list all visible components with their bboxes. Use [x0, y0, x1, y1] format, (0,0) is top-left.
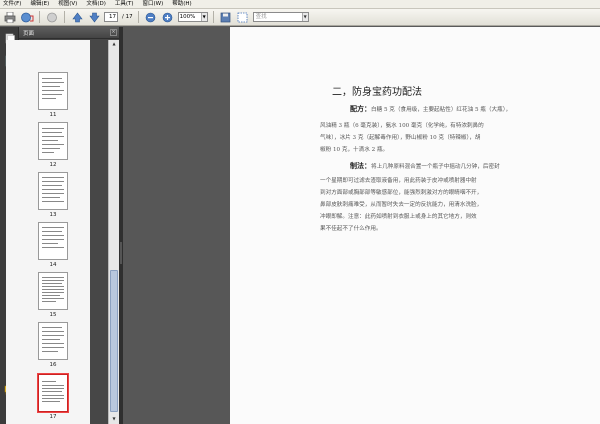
thumbnail-list[interactable]: 11 12 13 14 15 16 17: [6, 40, 90, 424]
thumbnail-scrollbar[interactable]: ▲ ▼: [108, 40, 119, 424]
formula-line: 椒粉 10 克，十滴水 2 瓶。: [320, 147, 389, 153]
print-icon[interactable]: [3, 11, 17, 24]
document-page[interactable]: 二，防身宝药功配法 配方：白糖 5 克（食用级，主要起粘性）红花油 5 瓶（大瓶…: [230, 27, 600, 424]
page-down-icon[interactable]: [87, 11, 101, 24]
toolbar-separator: [39, 11, 40, 23]
menubar: 文件(F) 编辑(E) 视图(V) 文档(D) 工具(T) 窗口(W) 帮助(H…: [0, 0, 600, 9]
thumbnail-page[interactable]: [38, 272, 68, 310]
method-label: 制法：: [350, 161, 371, 170]
globe-icon[interactable]: [45, 11, 59, 24]
formula-line: 风油精 3 瓶（6 毫克装），氨水 100 毫克（化学纯，有特浓刺鼻的: [320, 123, 484, 129]
method-text: 将上几种原料混合置一个瓶子中摇动几分钟，后密封: [371, 164, 500, 170]
zoom-value: 100%: [179, 14, 196, 20]
save-icon[interactable]: [219, 11, 233, 24]
thumbnail-label: 13: [49, 212, 57, 218]
thumbnail-label: 16: [49, 362, 57, 368]
menu-help[interactable]: 帮助(H): [172, 0, 191, 9]
method-line: 一个星期即可过滤去渣取液备用，用此药装于皮冲或喷射器中射: [320, 178, 477, 184]
thumbnail-page[interactable]: [38, 222, 68, 260]
splitter-grip[interactable]: [120, 242, 122, 264]
thumbnail-page-selected[interactable]: [38, 374, 68, 412]
menu-edit[interactable]: 编辑(E): [30, 0, 49, 9]
pages-panel-title: 页面: [23, 30, 35, 37]
document-background: [123, 27, 230, 424]
toolbar-separator: [212, 11, 214, 23]
scrollbar-thumb[interactable]: [110, 270, 118, 412]
method-line: 果不佳起不了什么作用。: [320, 226, 382, 232]
method-line: 鼻部皮肤刺痛难受，从而暂时失去一定的反抗能力，用清水洗脸，: [320, 202, 483, 208]
formula-line: 气味），冰片 3 克（起解毒作用），野山椒粉 10 克（特辣椒），胡: [320, 135, 481, 141]
zoom-in-icon[interactable]: [161, 11, 175, 24]
email-icon[interactable]: [20, 11, 34, 24]
thumbnail-label: 14: [49, 262, 57, 268]
zoom-out-icon[interactable]: [144, 11, 158, 24]
page-heading: 二，防身宝药功配法: [332, 87, 422, 98]
toolbar-separator: [64, 11, 65, 23]
page-total: / 17: [122, 14, 133, 20]
menu-file[interactable]: 文件(F): [3, 0, 21, 9]
toolbar: 17 / 17 100% ▼ 查找 ▼: [0, 9, 600, 26]
pages-panel-header: 页面 ×: [19, 27, 119, 39]
scroll-down-icon[interactable]: ▼: [110, 416, 118, 423]
method-line: 到对方面部或胸部部等敏感部位，能强烈刺激对方的眼睛咽不开，: [320, 190, 483, 196]
select-icon[interactable]: [236, 11, 250, 24]
thumbnail-label: 11: [49, 112, 57, 118]
scroll-up-icon[interactable]: ▲: [110, 41, 118, 48]
formula-text: 白糖 5 克（食用级，主要起粘性）红花油 5 瓶（大瓶），: [371, 107, 512, 113]
thumbnail-label: 12: [49, 162, 57, 168]
thumbnail-page[interactable]: [38, 172, 68, 210]
search-input[interactable]: 查找 ▼: [252, 12, 309, 22]
menu-document[interactable]: 文档(D): [86, 0, 106, 9]
formula-line: 配方：白糖 5 克（食用级，主要起粘性）红花油 5 瓶（大瓶），: [350, 103, 516, 117]
close-icon[interactable]: ×: [110, 29, 117, 36]
menu-window[interactable]: 窗口(W): [143, 0, 164, 9]
thumbnail-label: 15: [49, 312, 57, 318]
menu-view[interactable]: 视图(V): [58, 0, 77, 9]
method-line: 制法：将上几种原料混合置一个瓶子中摇动几分钟，后密封: [350, 160, 516, 174]
page-up-icon[interactable]: [70, 11, 84, 24]
toolbar-separator: [137, 11, 139, 23]
thumbnail-page[interactable]: [38, 122, 68, 160]
thumbnail-label: 17: [49, 414, 57, 420]
zoom-select[interactable]: 100% ▼: [177, 12, 208, 22]
method-line: 冲眼即解。注意：此药如喷射到衣服上或身上的其它地方，则效: [320, 214, 477, 220]
page-number-input[interactable]: 17: [104, 12, 118, 22]
chevron-down-icon[interactable]: ▼: [200, 13, 207, 21]
thumbnail-page[interactable]: [38, 72, 68, 110]
menu-tools[interactable]: 工具(T): [115, 0, 134, 9]
formula-label: 配方：: [350, 104, 371, 113]
search-placeholder: 查找: [255, 14, 267, 20]
thumbnail-page[interactable]: [38, 322, 68, 360]
chevron-down-icon[interactable]: ▼: [301, 13, 308, 21]
